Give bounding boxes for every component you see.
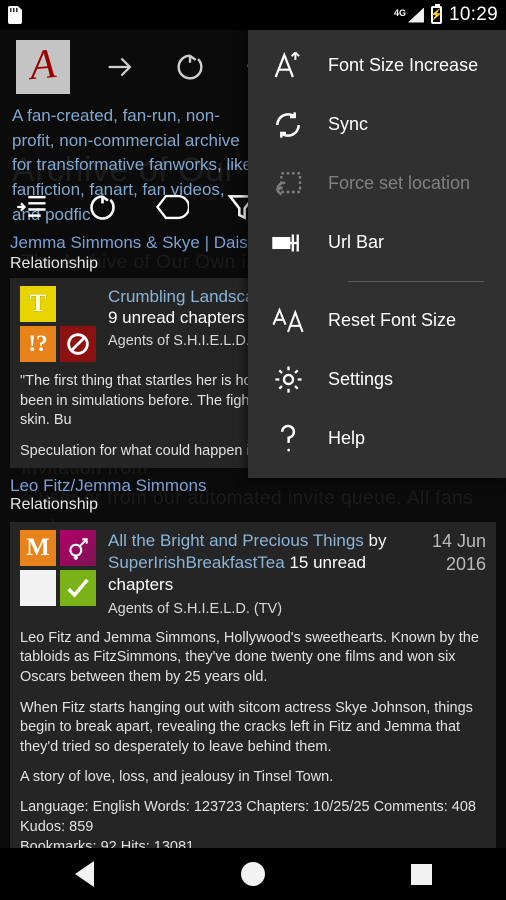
android-nav-bar: [0, 848, 506, 900]
menu-item-font-size-increase[interactable]: Font Size Increase: [248, 36, 506, 95]
work-date-year: 2016: [445, 553, 486, 574]
reset-font-size-icon: [270, 303, 306, 339]
force-set-location-icon: [270, 166, 306, 202]
rating-icon: T: [20, 286, 56, 322]
status-bar: 4G ⚡ 10:29: [0, 0, 506, 30]
category-multi-icon: [60, 286, 96, 322]
work-symbols: T !?: [20, 286, 96, 362]
phone-screen: 4G ⚡ 10:29 Archive of Our Own The Archiv…: [0, 0, 506, 900]
menu-item-label: Url Bar: [328, 232, 385, 252]
question-mark-icon: [270, 421, 306, 457]
battery-charging-icon: ⚡: [430, 4, 443, 24]
home-nav-button[interactable]: [203, 848, 303, 900]
signal-bars-icon: 4G: [393, 7, 424, 23]
sd-card-icon: [8, 6, 22, 24]
work-author-link[interactable]: SuperIrishBreakfastTea: [108, 553, 285, 572]
network-type-label: 4G: [393, 7, 406, 18]
tag-name[interactable]: Jemma Simmons & Skye | Daisy Joh: [10, 232, 260, 254]
menu-divider: [348, 281, 484, 282]
ao3-logo[interactable]: A: [16, 40, 70, 94]
rating-icon: M: [20, 530, 56, 566]
by-label: by: [368, 531, 387, 550]
menu-item-reset-font-size[interactable]: Reset Font Size: [248, 291, 506, 350]
work-symbols: M: [20, 530, 96, 619]
ao3-logo-mark: A: [28, 40, 58, 90]
complete-check-icon: [60, 570, 96, 606]
tag-icon[interactable]: [150, 187, 194, 227]
recents-nav-button[interactable]: [372, 848, 472, 900]
menu-item-label: Force set location: [328, 173, 471, 193]
warning-icon: !?: [20, 326, 56, 362]
work-fandom[interactable]: Agents of S.H.I.E.L.D. (TV): [108, 600, 400, 619]
menu-item-help[interactable]: Help: [248, 409, 506, 468]
url-bar-icon: [270, 225, 306, 261]
arrow-forward-icon[interactable]: [100, 47, 140, 87]
tag-name[interactable]: Leo Fitz/Jemma Simmons: [10, 476, 506, 496]
tag-header: Jemma Simmons & Skye | Daisy Joh Relatio…: [10, 232, 260, 273]
summary-paragraph: Leo Fitz and Jemma Simmons, Hollywood's …: [20, 629, 479, 685]
work-title-block: All the Bright and Precious Things by Su…: [104, 530, 400, 619]
tag-type: Relationship: [10, 496, 99, 513]
gear-icon: [270, 362, 306, 398]
refresh-icon[interactable]: [80, 187, 124, 227]
status-bar-clock: 10:29: [448, 4, 498, 25]
menu-item-force-set-location[interactable]: Force set location: [248, 154, 506, 213]
work-summary: Leo Fitz and Jemma Simmons, Hollywood's …: [20, 629, 486, 788]
back-nav-button[interactable]: [34, 848, 134, 900]
summary-paragraph: When Fitz starts hanging out with sitcom…: [20, 699, 473, 755]
indent-list-icon[interactable]: [10, 187, 54, 227]
overflow-menu[interactable]: Font Size Increase Sync Force set locati…: [248, 30, 506, 478]
work-date-day: 14 Jun: [431, 531, 486, 551]
sync-icon: [270, 107, 306, 143]
home-circle-icon: [240, 862, 265, 886]
work-stats-line: Language: English Words: 123723 Chapters…: [20, 798, 476, 836]
status-bar-right: 4G ⚡ 10:29: [394, 4, 498, 26]
menu-item-sync[interactable]: Sync: [248, 95, 506, 154]
menu-item-settings[interactable]: Settings: [248, 350, 506, 409]
refresh-icon[interactable]: [170, 47, 210, 87]
menu-item-label: Settings: [328, 369, 394, 389]
not-complete-icon: [60, 326, 96, 362]
menu-item-label: Help: [328, 428, 366, 448]
back-triangle-icon: [74, 861, 94, 887]
work-title[interactable]: All the Bright and Precious Things by Su…: [108, 530, 400, 596]
work-card-header: M All the Bright and Precious Things by …: [20, 530, 486, 619]
work-card[interactable]: M All the Bright and Precious Things by …: [10, 522, 496, 868]
recents-square-icon: [411, 863, 433, 885]
menu-item-label: Font Size Increase: [328, 55, 479, 75]
work-date: 14 Jun 2016: [408, 530, 486, 619]
menu-item-url-bar[interactable]: Url Bar: [248, 213, 506, 272]
work-title-link[interactable]: All the Bright and Precious Things: [108, 531, 364, 550]
menu-item-label: Sync: [328, 114, 369, 134]
tag-type: Relationship: [10, 255, 99, 273]
menu-item-label: Reset Font Size: [328, 310, 457, 330]
warning-blank-icon: [20, 570, 56, 606]
font-size-increase-icon: [270, 48, 306, 84]
category-het-icon: [60, 530, 96, 566]
summary-paragraph: A story of love, loss, and jealousy in T…: [20, 769, 334, 786]
status-bar-left: [8, 6, 22, 24]
